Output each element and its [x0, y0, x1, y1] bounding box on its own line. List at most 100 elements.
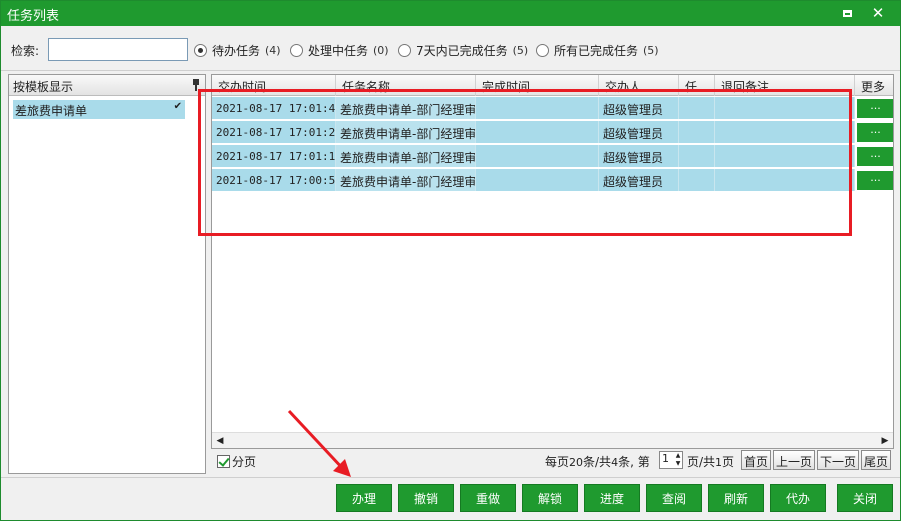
scroll-left-icon[interactable]: ◀	[212, 433, 228, 448]
radio-dot-icon	[194, 44, 207, 57]
cell-time: 2021-08-17 17:01:10	[212, 145, 336, 167]
filter-bar: 检索: 待办任务 (4) 处理中任务 (0) 7天内已完成任务 (5) 所有已完成任务…	[1, 27, 900, 71]
total-mid: 条/共	[583, 455, 612, 469]
checkbox-check-icon	[217, 455, 230, 468]
pages-info: 页/共1页	[687, 453, 734, 470]
check-icon: ✔	[173, 101, 182, 112]
cell-task-name: 差旅费申请单-部门经理审	[336, 169, 476, 191]
cell-finish	[476, 121, 599, 143]
more-button[interactable]: ...	[857, 147, 893, 166]
grid-header: 交办时间 任务名称 完成时间 交办人 任… 退回备注 更多	[212, 75, 893, 96]
cell-task	[679, 145, 715, 167]
cell-assigner: 超级管理员	[599, 121, 679, 143]
page-prefix: 条, 第	[618, 455, 650, 469]
cell-finish	[476, 169, 599, 191]
cell-time: 2021-08-17 17:00:58	[212, 169, 336, 191]
cell-assigner: 超级管理员	[599, 169, 679, 191]
radio-label: 处理中任务	[308, 44, 369, 58]
view-button[interactable]: 查阅	[646, 484, 702, 512]
revoke-button[interactable]: 撤销	[398, 484, 454, 512]
more-button[interactable]: ...	[857, 123, 893, 142]
cell-note	[715, 97, 855, 119]
pin-icon[interactable]	[193, 79, 199, 91]
radio-count: (4)	[265, 44, 281, 57]
col-task-name[interactable]: 任务名称	[336, 75, 476, 96]
search-label: 检索:	[11, 44, 40, 58]
unlock-button[interactable]: 解锁	[522, 484, 578, 512]
horizontal-scrollbar[interactable]: ◀ ▶	[212, 432, 893, 448]
col-return-note[interactable]: 退回备注	[715, 75, 855, 96]
cell-note	[715, 145, 855, 167]
cell-time: 2021-08-17 17:01:23	[212, 121, 336, 143]
cell-note	[715, 121, 855, 143]
radio-label: 所有已完成任务	[554, 44, 639, 58]
table-row[interactable]: 2021-08-17 17:00:58 差旅费申请单-部门经理审 超级管理员	[212, 169, 855, 192]
template-panel: 按模板显示 差旅费申请单 ✔	[8, 74, 206, 474]
handle-button[interactable]: 办理	[336, 484, 392, 512]
paging-checkbox[interactable]: 分页	[217, 453, 256, 470]
maximize-icon	[842, 10, 852, 17]
first-page-button[interactable]: 首页	[741, 450, 772, 470]
more-button[interactable]: ...	[857, 99, 893, 118]
template-item-travel-expense[interactable]: 差旅费申请单 ✔	[13, 100, 185, 119]
template-panel-title: 按模板显示	[13, 80, 74, 94]
col-assigner[interactable]: 交办人	[599, 75, 679, 96]
page-spinner-icon[interactable]: ▲ ▼	[673, 452, 683, 468]
close-icon: ✕	[871, 4, 885, 22]
more-button[interactable]: ...	[857, 171, 893, 190]
cell-task-name: 差旅费申请单-部门经理审	[336, 121, 476, 143]
col-task[interactable]: 任…	[679, 75, 715, 96]
radio-label: 待办任务	[212, 44, 261, 58]
table-row[interactable]: 2021-08-17 17:01:10 差旅费申请单-部门经理审 超级管理员	[212, 145, 855, 168]
cell-note	[715, 169, 855, 191]
close-button[interactable]: 关闭	[837, 484, 893, 512]
col-more[interactable]: 更多	[855, 75, 893, 96]
table-row[interactable]: 2021-08-17 17:01:23 差旅费申请单-部门经理审 超级管理员	[212, 121, 855, 144]
task-list-window: 任务列表 ✕ 检索: 待办任务 (4) 处理中任务 (0) 7天内已完成任务 (5) …	[0, 0, 901, 521]
radio-completed-7days[interactable]: 7天内已完成任务 (5)	[398, 42, 528, 59]
task-grid: 交办时间 任务名称 完成时间 交办人 任… 退回备注 更多 2021-08-17…	[211, 74, 894, 449]
cell-finish	[476, 145, 599, 167]
table-row[interactable]: 2021-08-17 17:01:41 差旅费申请单-部门经理审 超级管理员	[212, 97, 855, 120]
radio-count: (0)	[373, 44, 389, 57]
scroll-right-icon[interactable]: ▶	[877, 433, 893, 448]
radio-count: (5)	[643, 44, 659, 57]
redo-button[interactable]: 重做	[460, 484, 516, 512]
refresh-button[interactable]: 刷新	[708, 484, 764, 512]
window-title: 任务列表	[7, 9, 60, 24]
paging-label: 分页	[232, 455, 257, 469]
per-page-value: 20	[569, 456, 584, 469]
title-bar[interactable]: 任务列表 ✕	[1, 1, 900, 26]
radio-dot-icon	[290, 44, 303, 57]
pages-value: 1	[715, 456, 723, 469]
template-panel-header: 按模板显示	[9, 75, 205, 96]
search-input[interactable]	[48, 38, 188, 61]
radio-processing-tasks[interactable]: 处理中任务 (0)	[290, 42, 389, 59]
cell-task	[679, 97, 715, 119]
cell-task-name: 差旅费申请单-部门经理审	[336, 145, 476, 167]
cell-task-name: 差旅费申请单-部门经理审	[336, 97, 476, 119]
prev-page-button[interactable]: 上一页	[773, 450, 816, 470]
of-label: 页/共	[687, 455, 716, 469]
cell-finish	[476, 97, 599, 119]
cell-task	[679, 169, 715, 191]
next-page-button[interactable]: 下一页	[817, 450, 860, 470]
cell-task	[679, 121, 715, 143]
action-bar: 办理 撤销 重做 解锁 进度 查阅 刷新 代办 关闭	[1, 477, 900, 520]
per-page-prefix: 每页	[545, 455, 570, 469]
last-page-button[interactable]: 尾页	[861, 450, 892, 470]
radio-dot-icon	[536, 44, 549, 57]
col-assigned-time[interactable]: 交办时间	[212, 75, 336, 96]
radio-pending-tasks[interactable]: 待办任务 (4)	[194, 42, 281, 59]
page-size-info: 每页20条/共4条, 第	[545, 453, 650, 470]
delegate-button[interactable]: 代办	[770, 484, 826, 512]
template-item-label: 差旅费申请单	[15, 104, 88, 118]
cell-assigner: 超级管理员	[599, 97, 679, 119]
close-window-button[interactable]: ✕	[868, 4, 888, 22]
progress-button[interactable]: 进度	[584, 484, 640, 512]
pager-bar: 分页 每页20条/共4条, 第 1 ▲ ▼ 页/共1页 首页 上一页 下一页 尾页	[211, 449, 894, 471]
col-finish-time[interactable]: 完成时间	[476, 75, 599, 96]
total-value: 4	[611, 456, 619, 469]
radio-all-completed[interactable]: 所有已完成任务 (5)	[536, 42, 659, 59]
maximize-button[interactable]	[837, 4, 857, 22]
